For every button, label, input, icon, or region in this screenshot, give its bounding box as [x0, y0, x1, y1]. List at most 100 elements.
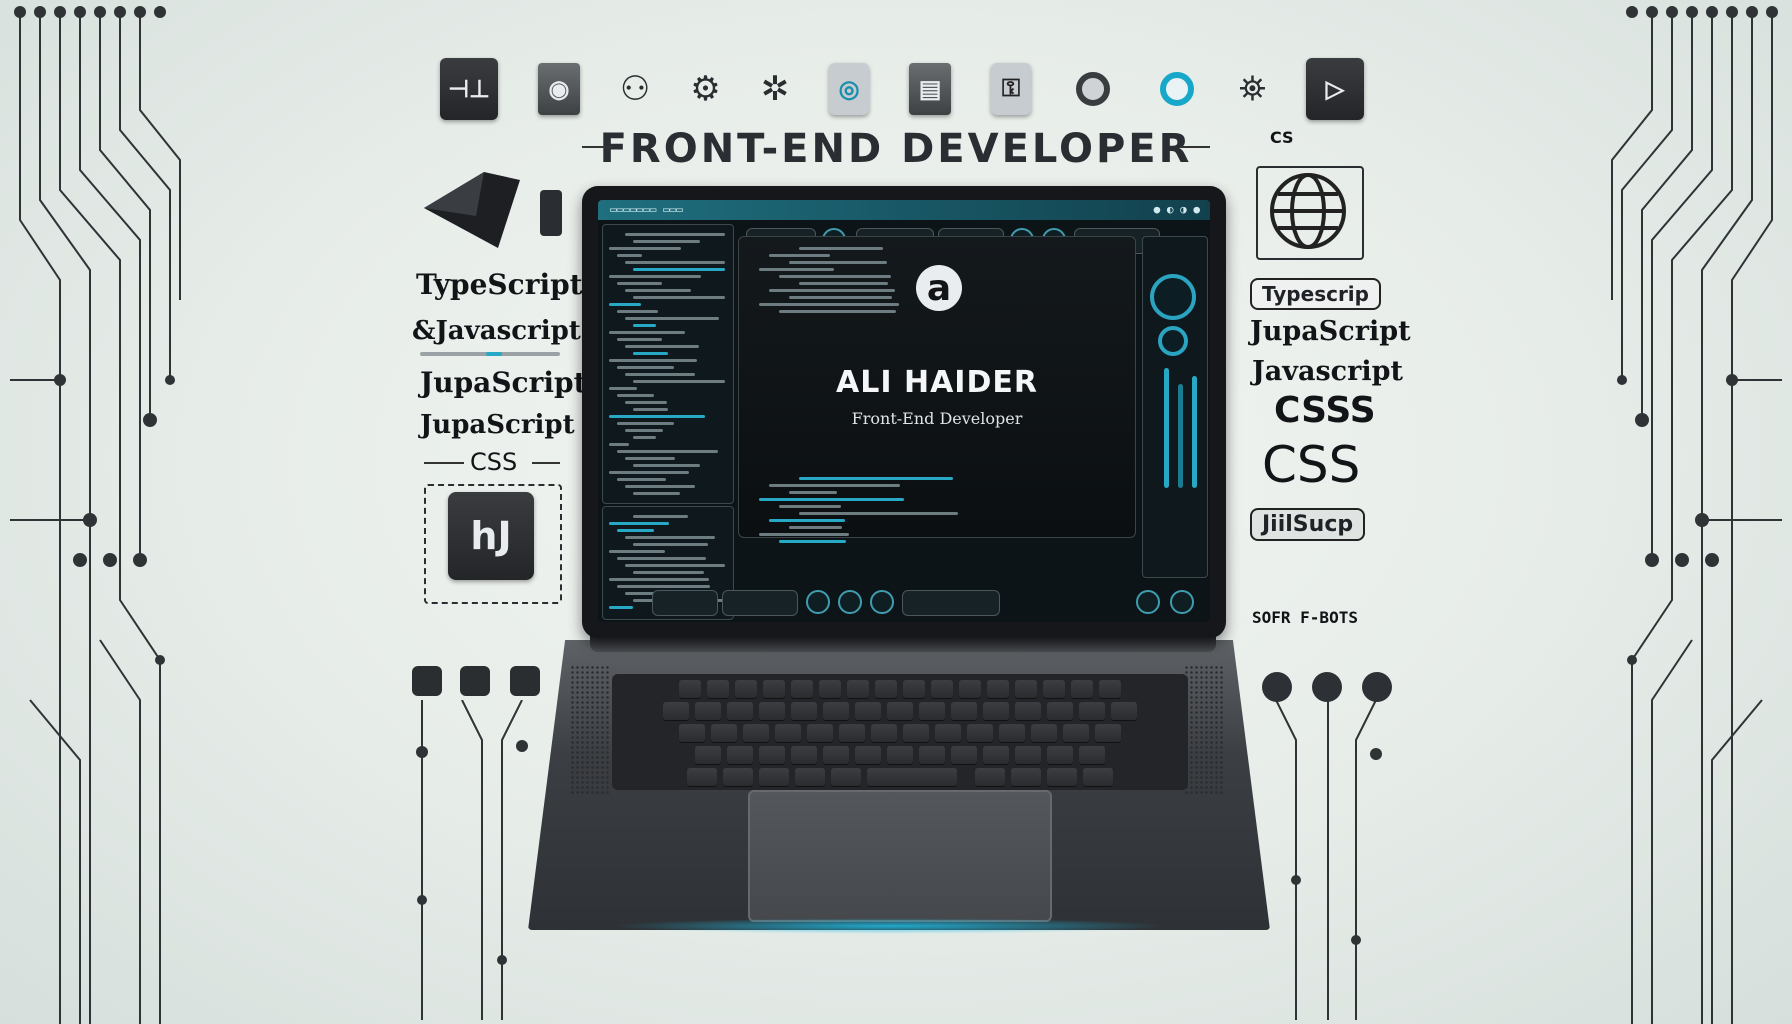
keyboard-key[interactable] [695, 702, 721, 720]
keyboard-key[interactable] [951, 702, 977, 720]
keyboard-key[interactable] [687, 768, 717, 786]
code-line [617, 254, 642, 257]
keyboard-key[interactable] [935, 724, 961, 742]
keyboard-key[interactable] [663, 702, 689, 720]
keyboard-key[interactable] [1083, 768, 1113, 786]
keyboard-key[interactable] [807, 724, 833, 742]
keyboard-key[interactable] [855, 702, 881, 720]
keyboard-key[interactable] [759, 746, 785, 764]
keyboard-key[interactable] [759, 768, 789, 786]
status-icon-2[interactable] [838, 590, 862, 614]
underglow [610, 918, 1170, 934]
keyboard-key[interactable] [867, 768, 957, 786]
keyboard-key[interactable] [875, 680, 897, 698]
keyboard-key[interactable] [1063, 724, 1089, 742]
keyboard-key[interactable] [903, 680, 925, 698]
status-icon-4[interactable] [1136, 590, 1160, 614]
code-line [609, 550, 665, 553]
keyboard-key[interactable] [1011, 768, 1041, 786]
keyboard-key[interactable] [823, 746, 849, 764]
keyboard-key[interactable] [847, 680, 869, 698]
keyboard-key[interactable] [1071, 680, 1093, 698]
keyboard-key[interactable] [695, 746, 721, 764]
code-line [625, 536, 715, 539]
keyboard-key[interactable] [983, 702, 1009, 720]
keyboard-key[interactable] [763, 680, 785, 698]
keyboard-key[interactable] [727, 702, 753, 720]
keyboard-key[interactable] [887, 746, 913, 764]
code-line [633, 571, 704, 574]
keyboard-key[interactable] [983, 746, 1009, 764]
keyboard-key[interactable] [679, 724, 705, 742]
code-line [625, 401, 667, 404]
trackpad[interactable] [748, 790, 1052, 922]
keyboard-key[interactable] [735, 680, 757, 698]
keyboard-key[interactable] [1099, 680, 1121, 698]
keyboard-key[interactable] [855, 746, 881, 764]
keyboard-key[interactable] [919, 702, 945, 720]
keyboard-key[interactable] [967, 724, 993, 742]
keyboard-key[interactable] [1031, 724, 1057, 742]
keyboard-key[interactable] [1047, 746, 1073, 764]
keyboard-key[interactable] [679, 680, 701, 698]
tool-circle-small[interactable] [1158, 326, 1188, 356]
keyboard-key[interactable] [723, 768, 753, 786]
keyboard-key[interactable] [1047, 768, 1077, 786]
keyboard-key[interactable] [1043, 680, 1065, 698]
keyboard-key[interactable] [903, 724, 929, 742]
keyboard-key[interactable] [999, 724, 1025, 742]
keyboard-key[interactable] [1015, 680, 1037, 698]
keyboard-key[interactable] [791, 702, 817, 720]
status-button-2[interactable] [722, 590, 798, 616]
keyboard-key[interactable] [711, 724, 737, 742]
keyboard-key[interactable] [887, 702, 913, 720]
keyboard-key[interactable] [1111, 702, 1137, 720]
code-line [609, 275, 701, 278]
keyboard-key[interactable] [1079, 746, 1105, 764]
status-button-1[interactable] [652, 590, 718, 616]
status-button-3[interactable] [902, 590, 1000, 616]
keyboard-key[interactable] [743, 724, 769, 742]
file-explorer-panel[interactable] [602, 224, 734, 504]
keyboard-key[interactable] [791, 680, 813, 698]
keyboard-key[interactable] [871, 724, 897, 742]
keyboard-key[interactable] [795, 768, 825, 786]
left-label-css: CSS [470, 448, 518, 476]
left-lower-traces [416, 700, 528, 1020]
code-line [799, 477, 953, 480]
settings-icon: ✲ [760, 70, 790, 108]
left-label-javascript: &Javascript [412, 316, 581, 346]
level-bar-3 [1192, 376, 1197, 488]
keyboard-key[interactable] [959, 680, 981, 698]
status-icon-5[interactable] [1170, 590, 1194, 614]
keyboard-key[interactable] [831, 768, 861, 786]
keyboard-key[interactable] [707, 680, 729, 698]
keyboard-key[interactable] [1095, 724, 1121, 742]
keyboard-key[interactable] [951, 746, 977, 764]
keyboard-key[interactable] [1015, 702, 1041, 720]
keyboard-key[interactable] [1079, 702, 1105, 720]
code-line [633, 268, 725, 271]
keyboard-key[interactable] [839, 724, 865, 742]
code-line [789, 526, 842, 529]
keyboard-key[interactable] [1047, 702, 1073, 720]
keyboard-key[interactable] [775, 724, 801, 742]
keyboard-key[interactable] [1015, 746, 1041, 764]
keyboard-key[interactable] [975, 768, 1005, 786]
keyboard-key[interactable] [919, 746, 945, 764]
keyboard-key[interactable] [823, 702, 849, 720]
code-line [617, 282, 662, 285]
keyboard-key[interactable] [727, 746, 753, 764]
portfolio-preview-window: a ALI HAIDER Front-End Developer [738, 236, 1136, 543]
keyboard-key[interactable] [819, 680, 841, 698]
keyboard-key[interactable] [759, 702, 785, 720]
tool-circle-large[interactable] [1150, 274, 1196, 320]
keyboard-key[interactable] [931, 680, 953, 698]
screen-icon: ◎ [829, 63, 870, 115]
code-line [617, 338, 662, 341]
keyboard-key[interactable] [987, 680, 1009, 698]
keyboard-key[interactable] [791, 746, 817, 764]
code-line [625, 485, 695, 488]
status-icon-3[interactable] [870, 590, 894, 614]
status-icon-1[interactable] [806, 590, 830, 614]
